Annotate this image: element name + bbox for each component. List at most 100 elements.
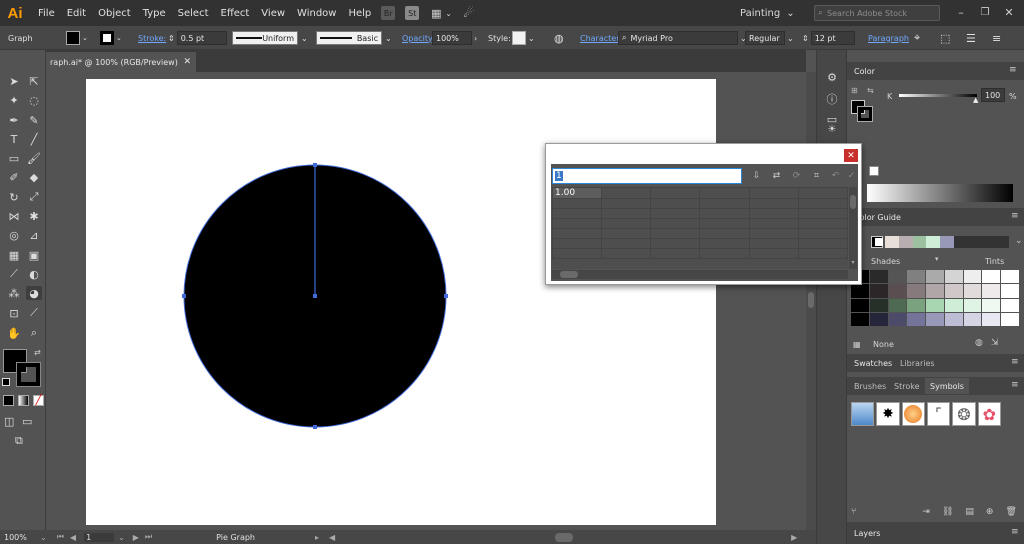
data-cell[interactable] [748,218,799,229]
data-cell[interactable] [699,248,750,259]
data-cell[interactable] [797,208,849,219]
properties-icon[interactable]: ⚙ [825,70,839,84]
data-cell[interactable] [551,198,603,209]
variation-swatch[interactable] [963,312,982,326]
grid-vertical-scrollbar[interactable]: ▾ [849,187,857,269]
panel-menu-icon[interactable]: ≡ [1011,527,1019,537]
variation-swatch[interactable] [926,270,944,284]
symbols-tab[interactable]: Symbols [925,378,969,394]
anchor-point[interactable] [313,294,317,298]
variation-swatch[interactable] [944,312,963,326]
variation-swatch[interactable] [944,298,963,312]
chevron-down-icon[interactable]: ⌄ [1015,236,1023,246]
variation-swatch[interactable] [851,284,869,298]
data-cell[interactable] [748,198,799,209]
data-cell[interactable] [601,208,652,219]
scroll-left-icon[interactable]: ◀ [329,533,335,542]
cell-style-icon[interactable]: ⌗ [810,170,823,182]
data-cell[interactable] [699,208,750,219]
harmony-color[interactable] [885,236,899,248]
data-cell[interactable] [601,198,652,209]
color-panel-stroke-swatch[interactable] [857,106,873,122]
chevron-right-icon[interactable]: ▸ [315,533,319,542]
symbol-corner[interactable]: ⌜ [926,402,951,426]
anchor-point[interactable] [313,163,317,167]
anchor-point[interactable] [444,294,448,298]
break-link-icon[interactable]: ⛓ [942,507,953,517]
variation-swatch[interactable] [963,270,982,284]
color-tab[interactable]: Color [849,63,880,79]
color-variations-grid[interactable] [851,270,1019,326]
color-spectrum-ramp[interactable] [867,184,1013,202]
harmony-color[interactable] [898,236,913,248]
variation-swatch[interactable] [869,312,888,326]
data-cell[interactable] [748,228,799,239]
data-grid[interactable]: 1.00 [551,187,849,269]
panel-menu-icon[interactable]: ≡ [1011,211,1019,221]
horizontal-scroll-thumb[interactable] [555,532,574,542]
variation-swatch[interactable] [926,312,944,326]
k-channel-slider[interactable] [899,94,977,97]
panel-menu-icon[interactable]: ≡ [1011,357,1019,367]
chevron-down-icon[interactable]: ⌄ [40,533,47,542]
first-artboard-icon[interactable]: ⏮ [57,532,64,542]
data-cell[interactable] [699,198,750,209]
variation-swatch[interactable] [926,298,944,312]
close-icon[interactable]: ✕ [844,149,858,162]
variation-swatch[interactable] [926,284,944,298]
symbol-blue-banner[interactable] [851,402,875,426]
data-cell[interactable] [748,238,799,249]
delete-icon[interactable]: 🗑 [1005,507,1016,517]
variation-swatch[interactable] [869,270,888,284]
variation-swatch[interactable] [1001,270,1019,284]
symbol-options-icon[interactable]: ▤ [965,507,974,517]
variation-swatch[interactable] [982,284,1001,298]
variation-swatch[interactable] [869,284,888,298]
variation-swatch[interactable] [1001,284,1019,298]
data-cell[interactable] [748,208,799,219]
previous-artboard-icon[interactable]: ◀ [70,533,76,542]
variation-swatch[interactable] [869,298,888,312]
stroke-tab[interactable]: Stroke [889,378,925,394]
last-artboard-icon[interactable]: ⏭ [145,532,152,542]
limit-color-group-icon[interactable]: ▦ [853,340,861,349]
chevron-down-icon[interactable]: ▾ [935,255,939,263]
swatches-tab[interactable]: Swatches [849,355,897,371]
variation-swatch[interactable] [963,298,982,312]
apply-checkmark-icon[interactable]: ✓ [845,170,858,182]
data-cell[interactable] [699,238,750,249]
variation-swatch[interactable] [982,312,1001,326]
variation-swatch[interactable] [851,298,869,312]
scrollbar-thumb[interactable] [808,292,814,308]
next-artboard-icon[interactable]: ▶ [133,533,139,542]
data-cell[interactable] [650,198,701,209]
data-cell[interactable] [601,238,652,249]
new-symbol-icon[interactable]: ⊕ [986,507,994,517]
white-swatch[interactable] [869,166,879,176]
data-cell[interactable] [551,228,603,239]
cell-entry-field[interactable]: 1 [552,168,742,184]
symbol-wreath[interactable]: ❂ [952,402,976,426]
data-cell[interactable] [748,248,799,259]
revert-icon[interactable]: ↶ [829,170,842,182]
variation-swatch[interactable] [907,284,926,298]
variation-swatch[interactable] [888,284,907,298]
variation-swatch[interactable] [982,270,1001,284]
grid-horizontal-scrollbar[interactable] [552,270,848,279]
data-cell[interactable] [748,187,799,199]
panel-menu-icon[interactable]: ≡ [1011,380,1019,390]
edit-colors-icon[interactable]: ◍ [975,338,983,348]
data-cell[interactable] [650,187,701,199]
data-cell[interactable] [650,218,701,229]
transpose-icon[interactable]: ⇄ [770,170,783,182]
k-channel-value[interactable]: 100 [981,88,1005,102]
data-cell[interactable] [797,198,849,209]
data-cell[interactable] [797,218,849,229]
anchor-point[interactable] [182,294,186,298]
data-cell[interactable] [650,238,701,249]
data-cell[interactable] [551,248,603,259]
variation-swatch[interactable] [963,284,982,298]
switch-xy-icon[interactable]: ⟳ [790,170,803,182]
vertical-scrollbar[interactable] [806,72,816,530]
data-cell[interactable] [699,218,750,229]
